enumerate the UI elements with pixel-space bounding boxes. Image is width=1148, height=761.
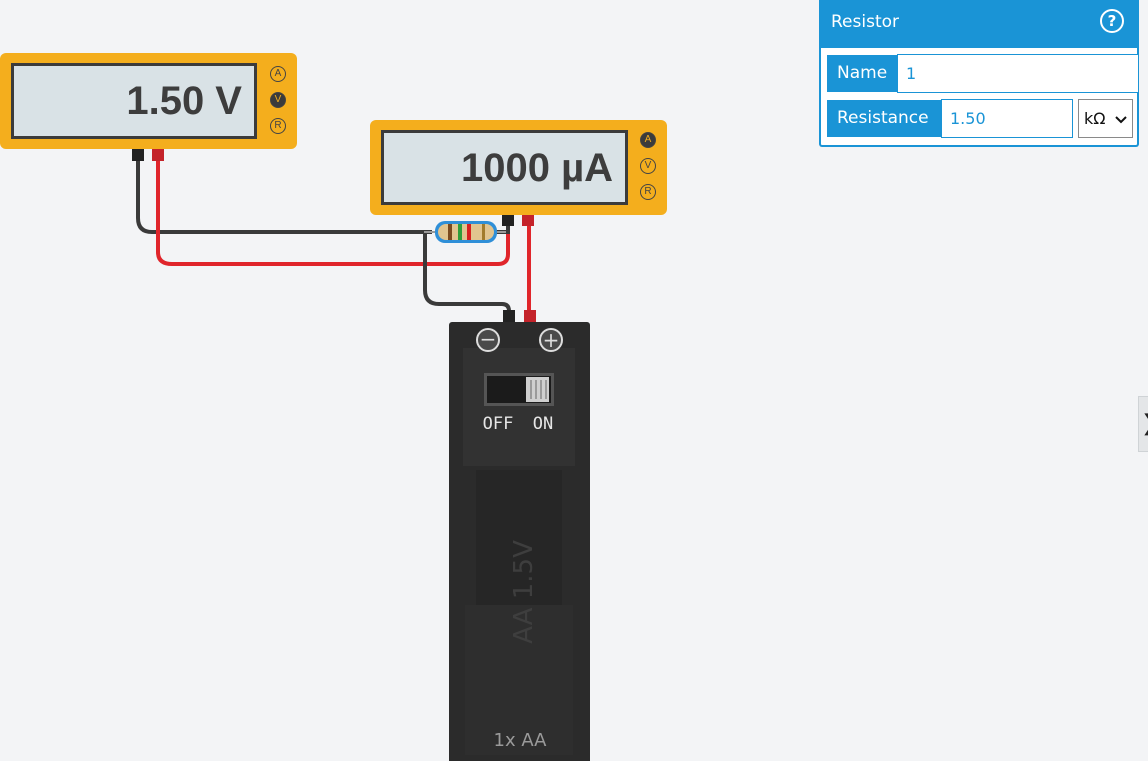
battery-minus-symbol: − <box>480 327 497 351</box>
panel-header: Resistor ? <box>821 0 1137 48</box>
name-label: Name <box>827 55 897 92</box>
resistance-field[interactable]: 1.50 <box>941 99 1073 138</box>
ammeter[interactable]: 1000 µA A V R <box>370 120 667 215</box>
battery-plus-symbol: + <box>543 328 560 352</box>
battery-minus-icon: − <box>476 327 500 352</box>
resistor[interactable] <box>424 221 506 243</box>
voltmeter[interactable]: 1.50 V A V R <box>0 53 297 149</box>
name-field[interactable]: 1 <box>897 54 1139 93</box>
unit-value: kΩ <box>1084 109 1106 128</box>
mode-r-icon[interactable]: R <box>640 184 656 200</box>
resistance-label: Resistance <box>827 100 941 137</box>
voltmeter-display: 1.50 V <box>11 63 257 139</box>
chevron-down-icon <box>1115 116 1127 124</box>
wire-battery-black[interactable] <box>423 230 511 318</box>
battery-holder-label: 1x AA <box>494 730 548 751</box>
battery-holder[interactable]: − + OFF ON AA 1.5V 1x AA <box>449 322 590 761</box>
switch-on-label: ON <box>533 414 553 434</box>
side-panel-toggle-icon[interactable]: ❯ <box>1138 396 1148 452</box>
mode-a-icon[interactable]: A <box>640 132 656 148</box>
battery-plus-icon: + <box>539 328 563 352</box>
ammeter-display: 1000 µA <box>381 130 628 205</box>
mode-r-icon[interactable]: R <box>270 118 286 134</box>
mode-v-icon[interactable]: V <box>270 92 286 108</box>
battery-cell-label: AA 1.5V <box>509 540 539 644</box>
mode-a-icon[interactable]: A <box>270 66 286 82</box>
help-icon[interactable]: ? <box>1100 9 1124 33</box>
mode-v-icon[interactable]: V <box>640 158 656 174</box>
resistance-unit-select[interactable]: kΩ <box>1078 99 1133 138</box>
switch-off-label: OFF <box>483 414 514 434</box>
panel-title: Resistor <box>831 12 899 32</box>
battery-power-switch[interactable] <box>484 373 554 406</box>
resistor-inspector-panel: Resistor ? Name 1 Resistance 1.50 kΩ <box>819 0 1139 147</box>
